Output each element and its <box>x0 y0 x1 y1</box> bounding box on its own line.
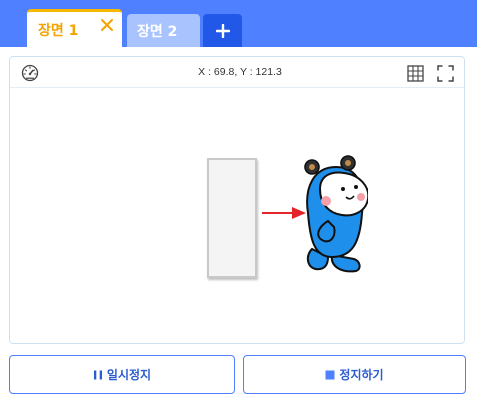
tab-scene-1[interactable]: 장면 1 <box>27 9 122 47</box>
stop-icon <box>325 370 335 379</box>
pause-button[interactable]: 일시정지 <box>9 355 235 394</box>
grid-icon[interactable] <box>407 65 424 82</box>
close-icon[interactable] <box>100 18 114 32</box>
stage-frame: X : 69.8, Y : 121.3 <box>9 56 465 344</box>
speedometer-icon[interactable] <box>21 64 39 82</box>
stage-canvas[interactable] <box>10 89 464 343</box>
stage-panel: X : 69.8, Y : 121.3 일시정지 정지하기 <box>0 47 477 403</box>
coordinates-readout: X : 69.8, Y : 121.3 <box>198 66 282 78</box>
plus-icon <box>215 23 230 38</box>
tab-scene-2[interactable]: 장면 2 <box>127 14 200 47</box>
tab-scene-1-label: 장면 1 <box>38 22 79 39</box>
fullscreen-icon[interactable] <box>437 65 454 82</box>
pause-button-label: 일시정지 <box>106 368 152 382</box>
stage-toolbar: X : 69.8, Y : 121.3 <box>10 57 464 88</box>
scene-tab-bar: 장면 1 장면 2 <box>0 0 477 47</box>
add-scene-button[interactable] <box>203 14 242 47</box>
stop-button-label: 정지하기 <box>339 368 384 382</box>
pause-icon <box>93 370 102 379</box>
box-sprite[interactable] <box>207 158 257 278</box>
stop-button[interactable]: 정지하기 <box>243 355 466 394</box>
tab-scene-2-label: 장면 2 <box>137 23 178 40</box>
character-sprite[interactable] <box>298 153 368 277</box>
